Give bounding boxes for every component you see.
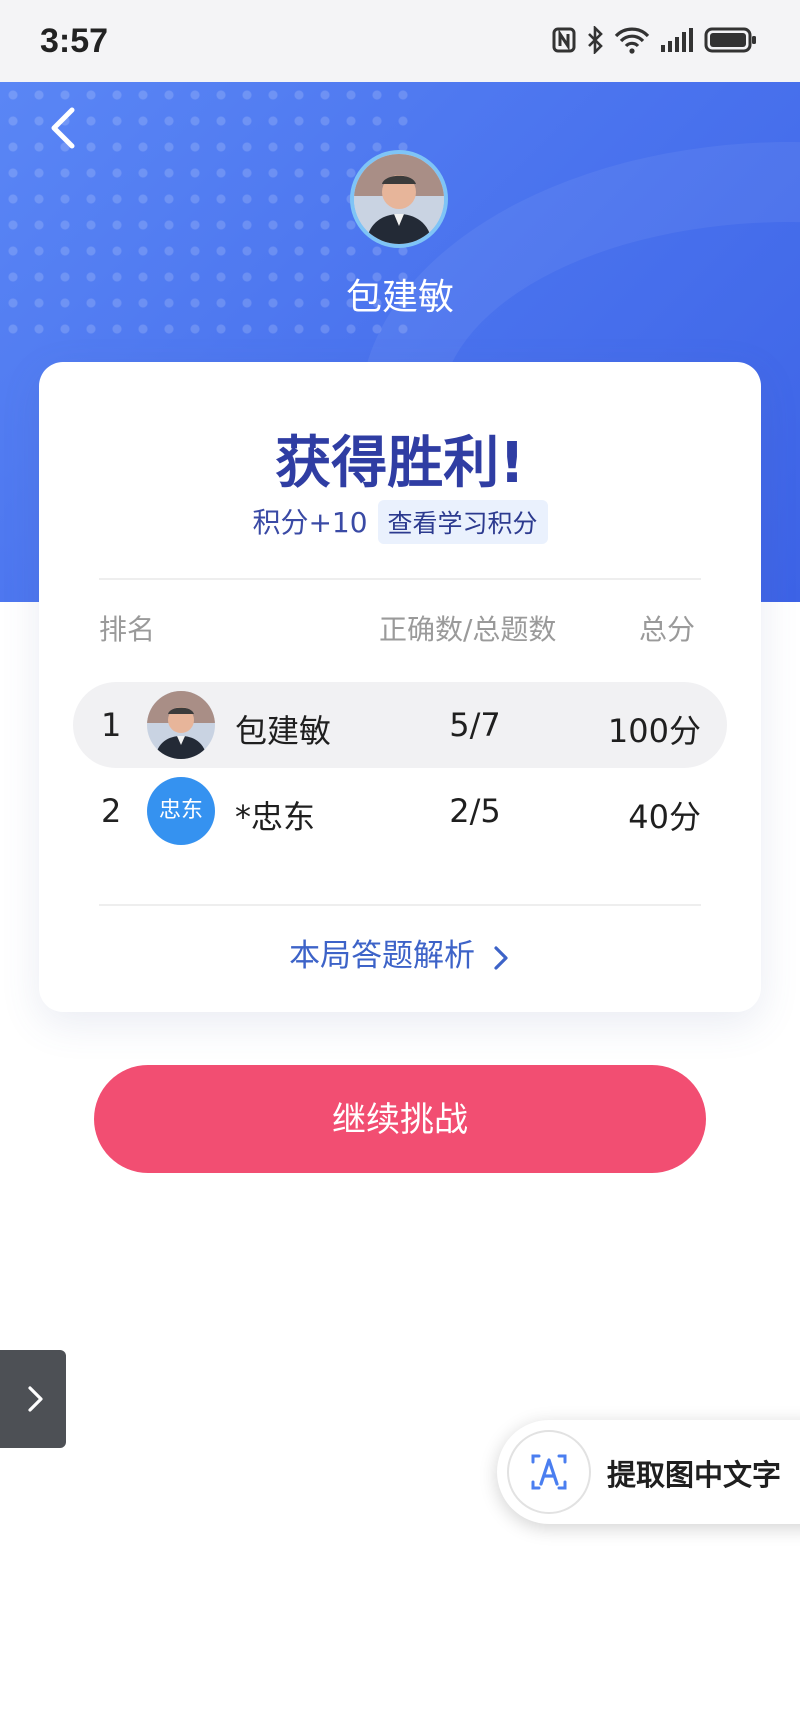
- status-time: 3:57: [40, 22, 109, 60]
- answer-analysis-label: 本局答题解析: [289, 938, 476, 974]
- divider: [99, 904, 701, 906]
- side-expand-tab[interactable]: [0, 1350, 66, 1448]
- row-rank: 2: [101, 792, 122, 830]
- row-score: 40分: [628, 798, 701, 836]
- signal-icon: [661, 28, 693, 52]
- header-rank: 排名: [99, 613, 156, 646]
- extract-text-label: 提取图中文字: [607, 1458, 782, 1492]
- chevron-right-icon: [494, 945, 508, 970]
- status-bar: 3:57: [0, 0, 800, 82]
- result-title: 获得胜利!: [275, 431, 525, 496]
- avatar: [147, 691, 215, 759]
- chevron-right-icon: [28, 1386, 43, 1412]
- nfc-icon: [552, 27, 576, 53]
- person-photo-icon: [354, 154, 444, 244]
- row-name: *忠东: [235, 798, 316, 836]
- view-points-link[interactable]: 查看学习积分: [377, 500, 548, 544]
- back-button[interactable]: [44, 102, 88, 154]
- row-score: 100分: [607, 712, 701, 750]
- points-row: 积分+10 查看学习积分: [39, 500, 761, 544]
- points-earned: 积分+10: [252, 506, 368, 539]
- row-name: 包建敏: [235, 712, 332, 750]
- continue-challenge-button[interactable]: 继续挑战: [94, 1065, 706, 1173]
- divider: [99, 578, 701, 580]
- status-icons: [552, 26, 758, 54]
- extract-text-button[interactable]: 提取图中文字: [497, 1420, 800, 1524]
- ocr-icon: [507, 1430, 591, 1514]
- wifi-icon: [614, 27, 650, 54]
- text-scan-icon: [531, 1454, 567, 1490]
- avatar: 忠东: [147, 777, 215, 845]
- user-name: 包建敏: [345, 277, 454, 318]
- header-correct-total: 正确数/总题数: [379, 613, 557, 646]
- row-count: 5/7: [449, 706, 501, 744]
- chevron-left-icon: [51, 107, 75, 149]
- bluetooth-icon: [588, 26, 603, 54]
- result-card: 获得胜利! 积分+10 查看学习积分 排名 正确数/总题数 总分 1 包建敏 5/…: [39, 362, 761, 1012]
- user-avatar: [350, 150, 448, 248]
- row-rank: 1: [101, 706, 122, 744]
- header-score: 总分: [639, 613, 696, 646]
- answer-analysis-link[interactable]: 本局答题解析: [39, 930, 761, 975]
- battery-icon: [704, 27, 756, 53]
- person-photo-icon: [147, 691, 215, 759]
- row-count: 2/5: [449, 792, 501, 830]
